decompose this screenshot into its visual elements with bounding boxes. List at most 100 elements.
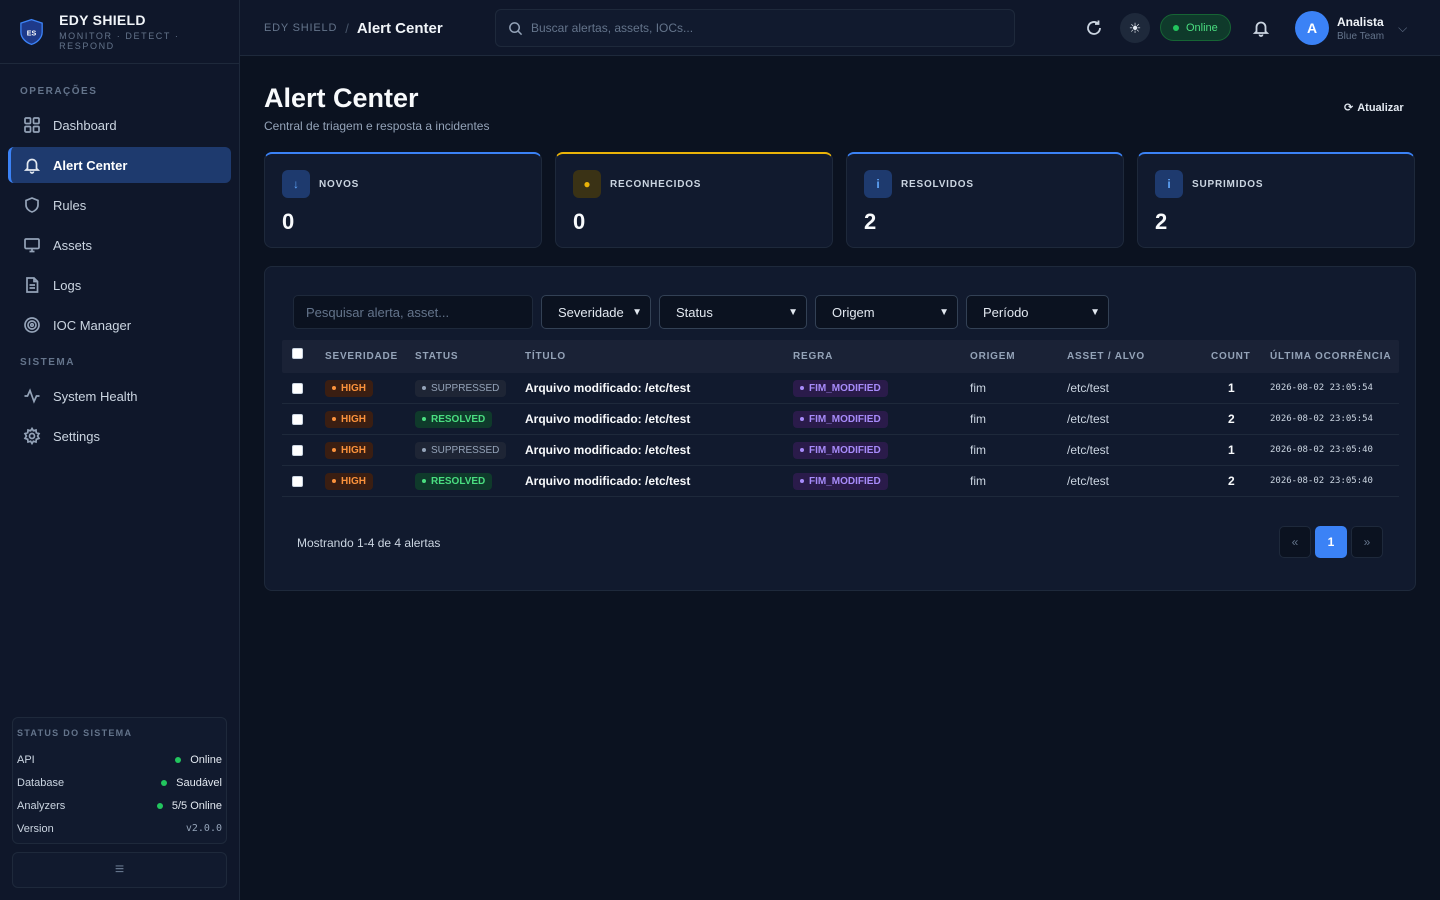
sidebar-item-label: Logs (53, 277, 82, 293)
severity-filter-value: Severidade (558, 304, 624, 320)
status-value: v2.0.0 (185, 823, 222, 834)
stat-card-acknowledged[interactable]: ● RECONHECIDOS 0 (555, 152, 833, 248)
sidebar-item-assets[interactable]: Assets (8, 227, 231, 263)
page-title: Alert Center (264, 83, 419, 113)
gear-icon (23, 427, 41, 445)
col-last-occurrence[interactable]: ÚLTIMA OCORRÊNCIA (1270, 351, 1391, 362)
brand[interactable]: ES EDY SHIELD MONITOR · DETECT · RESPOND (0, 0, 239, 64)
alert-title[interactable]: Arquivo modificado: /etc/test (525, 435, 690, 465)
col-rule[interactable]: REGRA (793, 351, 833, 362)
pagination-next-button[interactable]: » (1351, 526, 1383, 558)
global-search-input[interactable] (531, 21, 1001, 35)
col-severity[interactable]: SEVERIDADE (325, 351, 398, 362)
alert-search-input[interactable] (293, 295, 533, 329)
alert-origin: fim (970, 474, 986, 488)
col-status[interactable]: STATUS (415, 351, 458, 362)
alert-last-occurrence: 2026-08-02 23:05:54 (1270, 414, 1373, 424)
pagination-page-button[interactable]: 1 (1315, 526, 1347, 558)
alert-title[interactable]: Arquivo modificado: /etc/test (525, 466, 690, 496)
activity-icon (24, 388, 40, 404)
monitor-icon (24, 238, 40, 253)
sidebar: ES EDY SHIELD MONITOR · DETECT · RESPOND… (0, 0, 240, 900)
sidebar-item-ioc-manager[interactable]: IOC Manager (8, 307, 231, 343)
sidebar-item-rules[interactable]: Rules (8, 187, 231, 223)
status-badge: SUPPRESSED (415, 441, 507, 459)
brand-tagline: MONITOR · DETECT · RESPOND (59, 31, 180, 51)
row-checkbox[interactable] (292, 382, 303, 394)
alert-asset: /etc/test (1067, 412, 1110, 426)
sidebar-item-dashboard[interactable]: Dashboard (8, 107, 231, 143)
chevron-down-icon: ▼ (1090, 306, 1100, 318)
severity-filter-select[interactable]: Severidade ▼ (541, 295, 651, 329)
severity-badge: HIGH (325, 441, 373, 459)
sidebar-item-settings[interactable]: Settings (8, 418, 231, 454)
row-checkbox[interactable] (292, 413, 303, 425)
user-menu[interactable]: A Analista Blue Team ⌵ (1295, 10, 1407, 46)
alert-title[interactable]: Arquivo modificado: /etc/test (525, 404, 690, 434)
online-dot-icon (161, 779, 168, 786)
status-label: Version (17, 822, 54, 835)
table-row[interactable]: HIGH SUPPRESSED Arquivo modificado: /etc… (282, 373, 1399, 404)
sidebar-item-logs[interactable]: Logs (8, 267, 231, 303)
sidebar-collapse-button[interactable]: ≡ (12, 852, 227, 888)
stat-card-new[interactable]: ↓ NOVOS 0 (264, 152, 542, 248)
refresh-button[interactable]: ⟳ Atualizar (1344, 101, 1404, 115)
page-subtitle: Central de triagem e resposta a incident… (264, 119, 490, 133)
theme-toggle-button[interactable]: ☀ (1120, 13, 1150, 43)
table-row[interactable]: HIGH SUPPRESSED Arquivo modificado: /etc… (282, 435, 1399, 466)
stat-card-suppressed[interactable]: i SUPRIMIDOS 2 (1137, 152, 1415, 248)
sidebar-item-alert-center[interactable]: Alert Center (8, 147, 231, 183)
row-checkbox[interactable] (292, 475, 303, 487)
row-checkbox[interactable] (292, 444, 303, 456)
status-badge: SUPPRESSED (415, 379, 507, 397)
breadcrumb-root[interactable]: EDY SHIELD (264, 22, 337, 34)
stat-card-resolved[interactable]: i RESOLVIDOS 2 (846, 152, 1124, 248)
sidebar-item-label: Rules (53, 197, 87, 213)
table-row[interactable]: HIGH RESOLVED Arquivo modificado: /etc/t… (282, 466, 1399, 497)
col-title[interactable]: TÍTULO (525, 351, 566, 362)
notifications-button[interactable] (1249, 16, 1273, 40)
alert-asset: /etc/test (1067, 443, 1110, 457)
table-row[interactable]: HIGH RESOLVED Arquivo modificado: /etc/t… (282, 404, 1399, 435)
info-icon: i (1155, 170, 1183, 198)
sidebar-item-label: Assets (53, 237, 93, 253)
status-value: Saudável (176, 776, 222, 789)
sidebar-item-system-health[interactable]: System Health (8, 378, 231, 414)
alert-count: 1 (1228, 381, 1235, 395)
online-dot-icon (1173, 24, 1179, 31)
info-icon: i (864, 170, 892, 198)
alert-last-occurrence: 2026-08-02 23:05:40 (1270, 445, 1373, 455)
user-name: Analista (1337, 14, 1384, 29)
origin-filter-select[interactable]: Origem ▼ (815, 295, 958, 329)
rule-badge: FIM_MODIFIED (793, 441, 888, 459)
shield-logo-icon: ES (20, 18, 43, 45)
stat-label: SUPRIMIDOS (1192, 179, 1264, 190)
rule-badge: FIM_MODIFIED (793, 379, 888, 397)
hamburger-icon: ≡ (114, 861, 125, 878)
alert-origin: fim (970, 381, 986, 395)
status-row-analyzers: Analyzers 5/5 Online (17, 794, 222, 817)
global-search[interactable] (495, 9, 1015, 47)
pagination-prev-button[interactable]: « (1279, 526, 1311, 558)
col-asset[interactable]: ASSET / ALVO (1067, 351, 1145, 362)
nav-section-operations: OPERAÇÕES (20, 86, 98, 97)
connection-status-badge: Online (1160, 14, 1231, 41)
col-count[interactable]: COUNT (1211, 351, 1251, 362)
status-filter-value: Status (676, 304, 713, 320)
search-icon (509, 21, 523, 35)
sidebar-item-label: Dashboard (53, 117, 117, 133)
select-all-checkbox[interactable] (292, 348, 303, 359)
severity-badge: HIGH (325, 410, 373, 428)
period-filter-select[interactable]: Período ▼ (966, 295, 1109, 329)
connection-status-label: Online (1186, 21, 1218, 34)
alert-title[interactable]: Arquivo modificado: /etc/test (525, 373, 690, 403)
origin-filter-value: Origem (832, 304, 875, 320)
chevron-down-icon: ▼ (632, 306, 642, 318)
col-origin[interactable]: ORIGEM (970, 351, 1015, 362)
reload-button[interactable] (1082, 16, 1106, 40)
shield-icon (25, 197, 39, 213)
status-row-version: Version v2.0.0 (17, 817, 222, 840)
stat-label: RESOLVIDOS (901, 179, 974, 190)
status-filter-select[interactable]: Status ▼ (659, 295, 807, 329)
pagination-info: Mostrando 1-4 de 4 alertas (297, 536, 441, 550)
